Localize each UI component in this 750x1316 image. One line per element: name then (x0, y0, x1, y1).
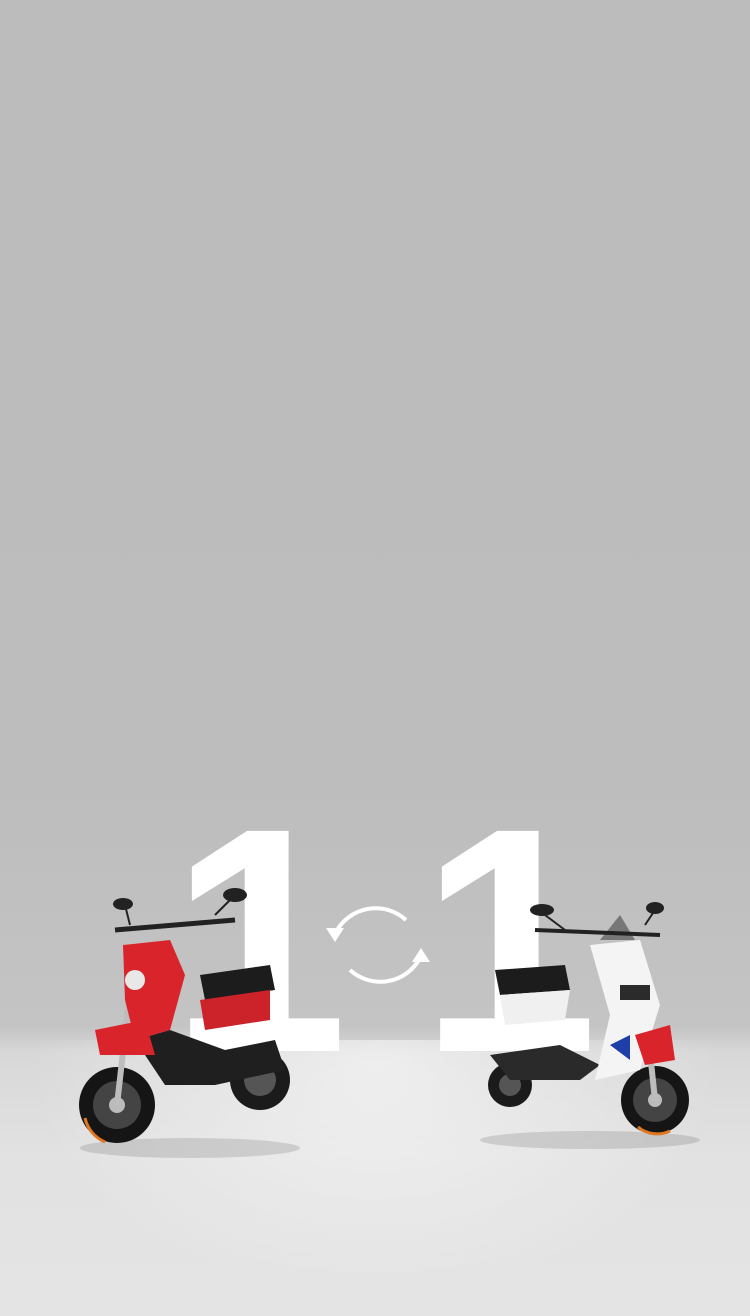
red-scooter-image (79, 888, 300, 1158)
swap-arrows-icon (326, 906, 430, 984)
hero-stage: 1 1 (0, 0, 750, 1316)
white-scooter-image (480, 902, 700, 1149)
